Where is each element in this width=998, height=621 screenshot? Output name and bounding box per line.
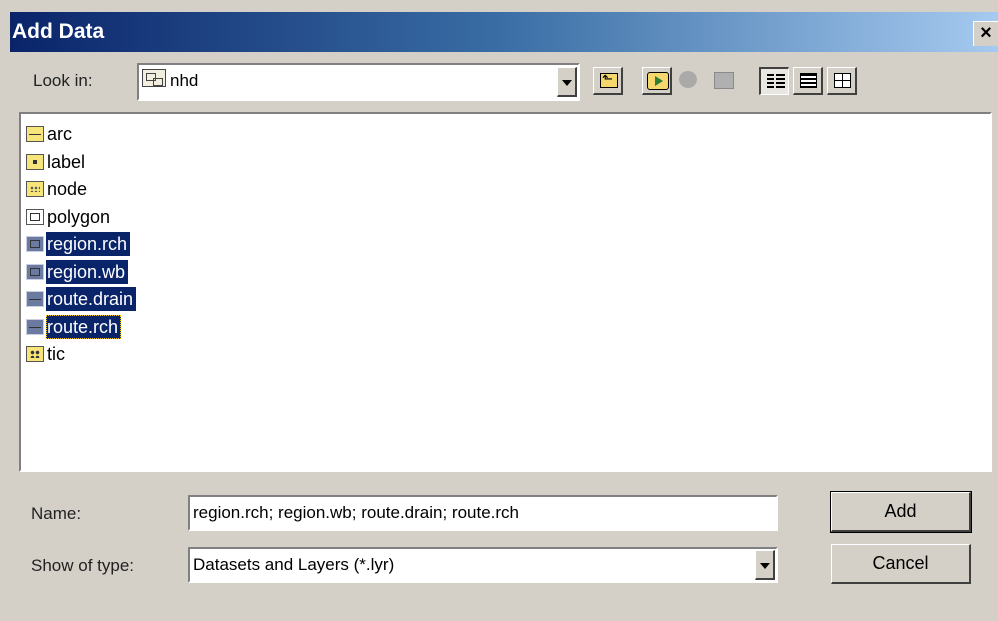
- tic-coverage-icon: [26, 346, 44, 362]
- disconnect-folder-button[interactable]: [674, 67, 704, 95]
- list-item-label: label: [47, 152, 86, 172]
- name-field[interactable]: region.rch; region.wb; route.drain; rout…: [188, 495, 778, 531]
- region-coverage-icon: [26, 236, 44, 252]
- label-coverage-icon: [26, 154, 44, 170]
- add-button[interactable]: Add: [830, 491, 972, 533]
- list-item[interactable]: region.rch: [26, 232, 131, 256]
- list-item-label: polygon: [47, 207, 111, 227]
- route-coverage-icon: [26, 291, 44, 307]
- title-bar: Add Data ×: [10, 12, 998, 52]
- list-item[interactable]: tic: [26, 342, 68, 366]
- list-item[interactable]: region.wb: [26, 260, 129, 284]
- details-view-icon: [800, 73, 817, 88]
- list-item[interactable]: arc: [26, 122, 75, 146]
- look-in-combobox[interactable]: nhd: [137, 63, 580, 101]
- type-select[interactable]: Datasets and Layers (*.lyr): [188, 547, 778, 583]
- workspace-folder-icon: [142, 69, 166, 87]
- type-label: Show of type:: [31, 556, 135, 575]
- disconnect-folder-icon: [679, 71, 697, 88]
- name-label: Name:: [31, 504, 82, 523]
- look-in-dropdown-arrow[interactable]: [557, 67, 577, 97]
- close-button[interactable]: ×: [973, 21, 998, 46]
- list-item[interactable]: route.drain: [26, 287, 137, 311]
- arc-coverage-icon: [26, 126, 44, 142]
- up-one-level-icon: [600, 71, 618, 88]
- thumbnails-view-button[interactable]: [827, 67, 857, 95]
- type-dropdown-arrow[interactable]: [755, 550, 775, 580]
- list-item-label: node: [47, 179, 88, 199]
- up-one-level-button[interactable]: [593, 67, 623, 95]
- list-item-label: arc: [47, 124, 73, 144]
- list-item[interactable]: node: [26, 177, 90, 201]
- thumbnails-view-icon: [834, 73, 851, 88]
- look-in-label: Look in:: [33, 71, 93, 90]
- cancel-button[interactable]: Cancel: [831, 544, 971, 584]
- route-coverage-icon: [26, 319, 44, 335]
- region-coverage-icon: [26, 264, 44, 280]
- list-item-label: region.wb: [46, 260, 129, 284]
- details-view-button[interactable]: [793, 67, 823, 95]
- list-item-label: route.drain: [46, 287, 137, 311]
- list-item-label: route.rch: [46, 315, 122, 339]
- list-item[interactable]: route.rch: [26, 315, 122, 339]
- connect-to-folder-icon: [647, 72, 669, 90]
- file-list[interactable]: arc label node polygon region.rch region…: [19, 112, 992, 472]
- look-in-value: nhd: [170, 71, 199, 90]
- list-item-label: region.rch: [46, 232, 131, 256]
- catalog-icon: [714, 72, 734, 89]
- list-item-label: tic: [47, 344, 65, 364]
- polygon-coverage-icon: [26, 209, 44, 225]
- catalog-button[interactable]: [709, 67, 739, 95]
- node-coverage-icon: [26, 181, 44, 197]
- window-title: Add Data: [12, 20, 105, 43]
- list-view-button[interactable]: [759, 67, 789, 95]
- list-item[interactable]: label: [26, 150, 88, 174]
- connect-to-folder-button[interactable]: [642, 67, 672, 95]
- list-view-icon: [767, 74, 785, 88]
- list-item[interactable]: polygon: [26, 205, 113, 229]
